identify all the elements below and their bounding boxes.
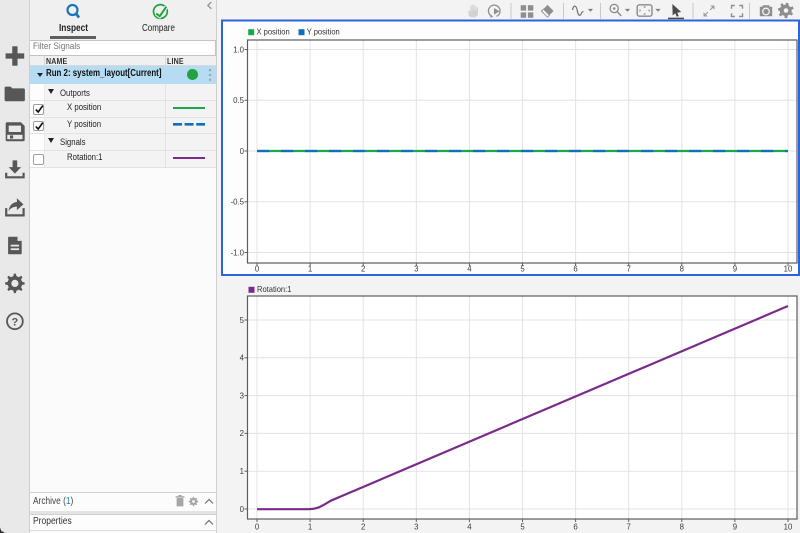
svg-text:2: 2 bbox=[361, 523, 365, 532]
svg-text:2: 2 bbox=[240, 429, 244, 438]
svg-text:0: 0 bbox=[240, 505, 245, 514]
svg-text:1.0: 1.0 bbox=[233, 45, 245, 54]
svg-text:4: 4 bbox=[467, 523, 472, 532]
svg-text:2: 2 bbox=[361, 265, 365, 274]
svg-text:3: 3 bbox=[414, 265, 418, 274]
svg-text:?: ? bbox=[12, 316, 19, 328]
svg-text:X position: X position bbox=[257, 27, 290, 36]
svg-text:1: 1 bbox=[308, 523, 312, 532]
svg-text:4: 4 bbox=[240, 354, 245, 363]
svg-text:6: 6 bbox=[573, 523, 577, 532]
svg-text:1: 1 bbox=[308, 265, 312, 274]
svg-text:3: 3 bbox=[414, 523, 418, 532]
svg-text:9: 9 bbox=[733, 265, 737, 274]
svg-text:-0.5: -0.5 bbox=[231, 198, 245, 207]
svg-text:5: 5 bbox=[520, 265, 525, 274]
svg-text:4: 4 bbox=[467, 265, 472, 274]
svg-text:-1.0: -1.0 bbox=[231, 248, 245, 257]
svg-text:7: 7 bbox=[627, 265, 631, 274]
svg-text:8: 8 bbox=[680, 265, 684, 274]
svg-text:8: 8 bbox=[680, 523, 684, 532]
svg-text:0: 0 bbox=[255, 523, 260, 532]
svg-text:5: 5 bbox=[240, 316, 245, 325]
svg-text:7: 7 bbox=[627, 523, 631, 532]
svg-text:10: 10 bbox=[784, 265, 793, 274]
svg-text:9: 9 bbox=[733, 523, 737, 532]
svg-text:3: 3 bbox=[240, 391, 244, 400]
svg-text:6: 6 bbox=[573, 265, 577, 274]
svg-text:0: 0 bbox=[255, 265, 260, 274]
svg-text:0.5: 0.5 bbox=[233, 96, 245, 105]
svg-text:5: 5 bbox=[520, 523, 525, 532]
svg-text:10: 10 bbox=[784, 523, 793, 532]
svg-text:0: 0 bbox=[240, 147, 245, 156]
svg-text:Rotation:1: Rotation:1 bbox=[257, 284, 292, 293]
svg-text:Y position: Y position bbox=[307, 27, 340, 36]
svg-text:1: 1 bbox=[240, 467, 244, 476]
